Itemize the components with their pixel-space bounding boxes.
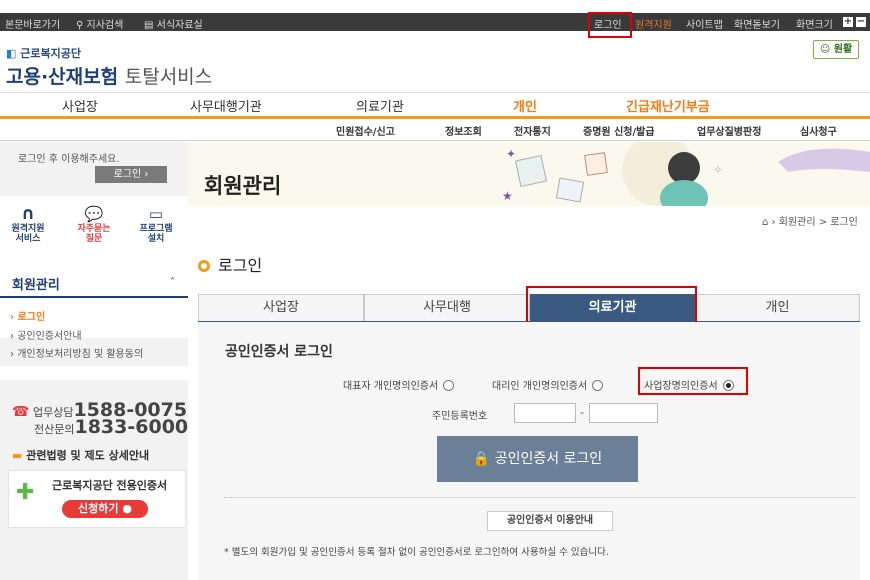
- cert-promo-title: 근로복지공단 전용인증서: [52, 479, 168, 492]
- sidebar-item-privacy[interactable]: › 개인정보처리방침 및 활용동의: [10, 345, 143, 360]
- top-utility-bar: 본문바로가기 ⚲ 지사검색 ▤ 서식자료실 로그인 원격지원 사이트맵 화면돋보…: [0, 13, 870, 31]
- nav-item-personal[interactable]: 개인: [513, 96, 537, 115]
- radio-ceo-cert[interactable]: 대표자 개인명의인증서: [343, 377, 455, 392]
- login-message: 로그인 후 이용해주세요.: [18, 154, 120, 165]
- nav-item-business[interactable]: 사업장: [62, 96, 98, 115]
- nav-item-medical[interactable]: 의료기관: [356, 96, 404, 115]
- smile-icon: ☺: [819, 44, 831, 55]
- page-title: 회원관리: [204, 174, 282, 198]
- sidebar-item-login[interactable]: › 로그인: [10, 308, 45, 323]
- book-icon: ▬: [12, 449, 23, 462]
- chat-bubble-icon: 💬: [84, 205, 104, 223]
- headset-icon: ∩: [21, 204, 35, 224]
- screen-zoom-link[interactable]: 화면돋보기: [734, 16, 780, 31]
- org-logo[interactable]: ◧ 근로복지공단: [6, 45, 81, 61]
- highlight-tab: [526, 286, 697, 326]
- law-info-link[interactable]: ▬ 관련법령 및 제도 상세안내: [12, 447, 149, 463]
- cert-login-button[interactable]: 🔒 공인인증서 로그인: [437, 436, 638, 482]
- sidebar-item-cert-guide[interactable]: › 공인인증서안내: [10, 327, 82, 342]
- sidebar-divider: [0, 296, 188, 298]
- main-nav: 사업장 사무대행기관 의료기관 개인 긴급재난기부금: [0, 92, 870, 117]
- login-note: * 별도의 회원가입 및 공인인증서 등록 절차 없이 공인인증서로 로그인하여…: [224, 547, 609, 558]
- subnav-item-inquiry[interactable]: 정보조회: [445, 123, 482, 138]
- ssn-label: 주민등록번호: [432, 411, 488, 422]
- tab-agency[interactable]: 사무대행: [364, 294, 530, 322]
- branch-search-link[interactable]: ⚲ 지사검색: [76, 16, 123, 31]
- phone-icon: ☎: [12, 404, 30, 420]
- remote-support-link[interactable]: 원격지원: [635, 16, 672, 31]
- zoom-in-icon[interactable]: +: [843, 17, 853, 27]
- ssn-front-input[interactable]: [514, 403, 576, 423]
- svg-text:✦: ✦: [506, 147, 516, 161]
- dotted-divider: [224, 497, 856, 498]
- breadcrumb: ⌂ › 회원관리 > 로그인: [762, 217, 858, 228]
- svg-text:✧: ✧: [713, 163, 723, 177]
- apply-button[interactable]: 신청하기 ●: [62, 500, 148, 518]
- status-smile-button[interactable]: ☺ 원활: [813, 40, 859, 59]
- sub-nav: 민원접수/신고 정보조회 전자통지 증명원 신청/발급 업무상질병판정 심사청구: [0, 119, 870, 141]
- page-banner: ✦ ★ ✧: [188, 142, 870, 206]
- svg-text:★: ★: [502, 189, 513, 203]
- tab-business[interactable]: 사업장: [198, 294, 364, 322]
- skip-link[interactable]: 본문바로가기: [5, 16, 60, 31]
- subnav-item-appeal[interactable]: 심사청구: [800, 123, 837, 138]
- cert-plus-icon: ✚: [16, 480, 35, 505]
- monitor-icon: ▭: [148, 205, 164, 223]
- cert-login-title: 공인인증서 로그인: [225, 344, 333, 360]
- remote-support-quick[interactable]: ∩ 원격지원 서비스: [2, 204, 54, 244]
- radio-agent-cert[interactable]: 대리인 개인명의인증서: [492, 377, 604, 392]
- nav-item-donation[interactable]: 긴급재난기부금: [626, 96, 710, 115]
- document-icon: ▤: [144, 20, 157, 31]
- cert-guide-button[interactable]: 공인인증서 이용안내: [487, 511, 613, 531]
- highlight-radio: [638, 367, 748, 395]
- ring-bullet-icon: [198, 260, 210, 272]
- phone-it: 전산문의1833-6000: [34, 416, 189, 438]
- sidebar-login-button[interactable]: 로그인 ›: [95, 166, 167, 183]
- subnav-item-disease[interactable]: 업무상질병판정: [697, 123, 761, 138]
- program-install-quick[interactable]: ▭ 프로그램 설치: [130, 204, 182, 244]
- screen-size-label: 화면크기: [796, 20, 833, 31]
- highlight-login: [588, 12, 632, 38]
- ssn-dash: -: [580, 406, 584, 419]
- logo-mark-icon: ◧: [6, 47, 21, 60]
- sidebar-spacer: [0, 366, 188, 380]
- radio-button[interactable]: [592, 380, 604, 391]
- lock-icon: 🔒: [472, 451, 491, 467]
- home-icon[interactable]: ⌂: [762, 217, 768, 228]
- site-title[interactable]: 고용·산재보험 토탈서비스: [6, 62, 212, 89]
- section-title: 로그인: [198, 252, 262, 276]
- subnav-item-notice[interactable]: 전자통지: [514, 123, 551, 138]
- zoom-out-icon[interactable]: −: [856, 17, 866, 27]
- sitemap-link[interactable]: 사이트맵: [686, 16, 723, 31]
- subnav-item-certificate[interactable]: 증명원 신청/발급: [583, 123, 655, 138]
- forms-link[interactable]: ▤ 서식자료실: [144, 16, 203, 31]
- search-icon: ⚲: [76, 20, 87, 31]
- subnav-item-petition[interactable]: 민원접수/신고: [336, 123, 395, 138]
- chevron-up-icon[interactable]: ˄: [170, 277, 175, 288]
- radio-button[interactable]: [443, 380, 455, 391]
- ssn-back-input[interactable]: [589, 403, 658, 423]
- sidebar-section-title[interactable]: 회원관리: [12, 274, 60, 293]
- nav-item-agency[interactable]: 사무대행기관: [190, 96, 262, 115]
- banner-illustration: ✦ ★ ✧: [502, 142, 870, 206]
- faq-quick[interactable]: 💬 자주묻는 질문: [68, 204, 120, 244]
- tab-personal[interactable]: 개인: [695, 294, 860, 322]
